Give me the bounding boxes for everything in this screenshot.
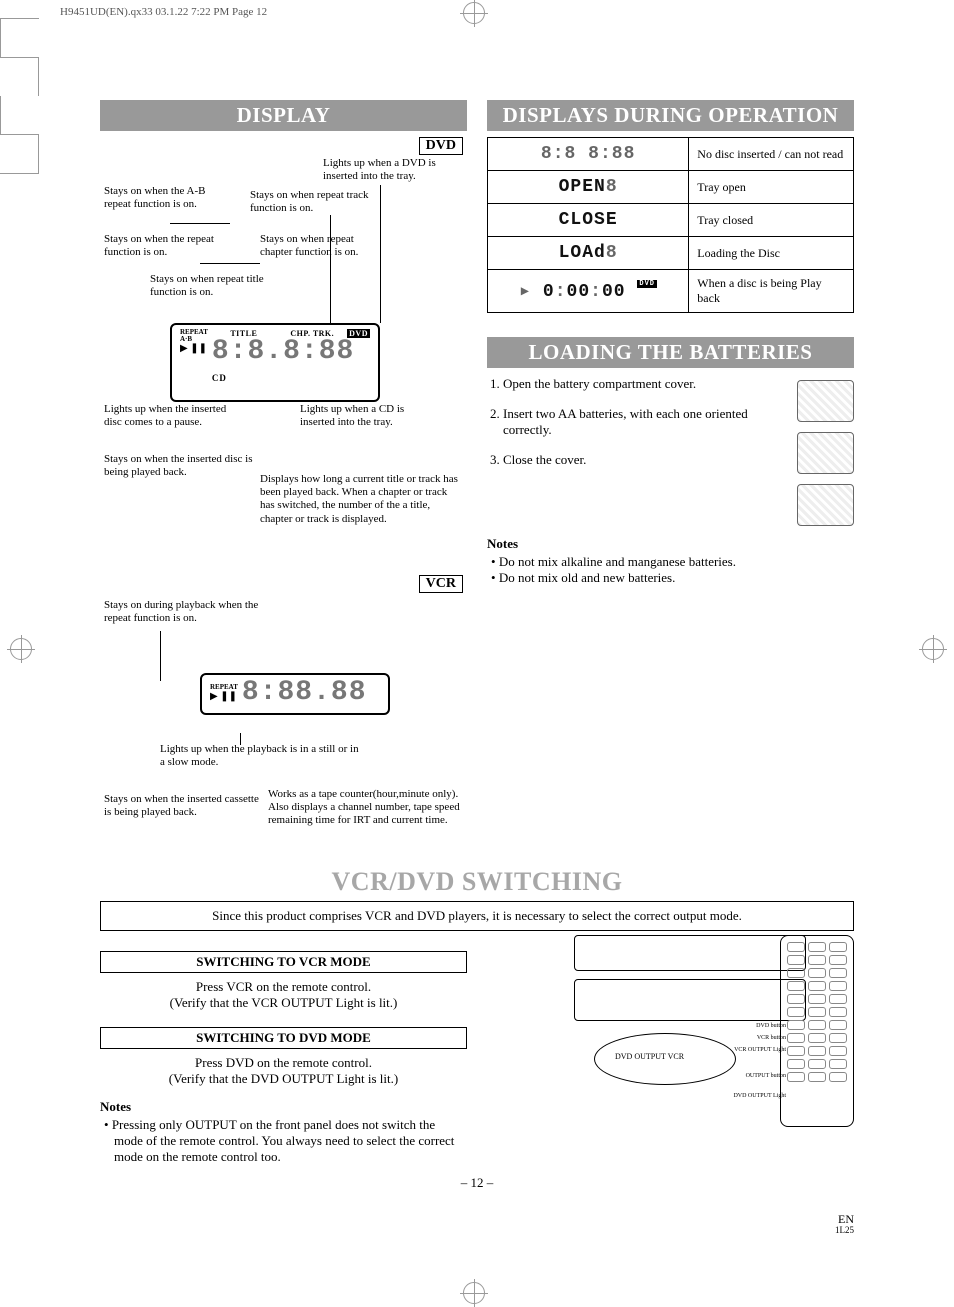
desc-cell: No disc inserted / can not read <box>689 138 854 171</box>
table-row: LOAd8 Loading the Disc <box>488 237 854 270</box>
display-cell: ▸ 0:00:00 DVD <box>488 270 689 313</box>
callout-repeat-title: Stays on when repeat title function is o… <box>150 273 270 299</box>
panel-label-dvdbtn: DVD button <box>756 1023 786 1029</box>
lcd-label-repeat: REPEAT <box>210 684 238 691</box>
registration-mark-icon <box>922 638 944 660</box>
vcr-mode-line1: Press VCR on the remote control. <box>100 979 467 995</box>
crop-mark-icon <box>0 57 39 96</box>
lcd-vcr-display: REPEAT ▶ ❚❚ 8:88.88 <box>200 673 390 715</box>
oval-detail-icon: DVD OUTPUT VCR <box>594 1033 736 1085</box>
callout-counter: Displays how long a current title or tra… <box>260 473 460 526</box>
callout-vcr-counter: Works as a tape counter(hour,minute only… <box>268 788 468 828</box>
battery-illustration-icon <box>797 380 854 422</box>
panel-label-dvdoutvcr: DVD OUTPUT VCR <box>615 1052 684 1061</box>
dvd-mode-line1: Press DVD on the remote control. <box>100 1055 467 1071</box>
section-title-display: DISPLAY <box>100 100 467 131</box>
callout-repeat-chapter: Stays on when repeat chapter function is… <box>260 233 380 259</box>
crop-mark-icon <box>0 18 39 57</box>
switching-intro: Since this product comprises VCR and DVD… <box>100 901 854 931</box>
callout-pause: Lights up when the inserted disc comes t… <box>104 403 244 429</box>
operation-displays-table: 8:8 8:88 No disc inserted / can not read… <box>487 137 854 313</box>
display-cell: CLOSE <box>488 204 689 237</box>
footer-code: 1L25 <box>835 1226 854 1236</box>
dvd-mode-heading: SWITCHING TO DVD MODE <box>100 1027 467 1049</box>
desc-cell: When a disc is being Play back <box>689 270 854 313</box>
callout-repeat: Stays on when the repeat function is on. <box>104 233 244 259</box>
desc-cell: Tray open <box>689 171 854 204</box>
callout-vcr-still: Lights up when the playback is in a stil… <box>160 743 360 769</box>
crop-mark-icon <box>0 135 39 174</box>
table-row: CLOSE Tray closed <box>488 204 854 237</box>
seven-segment-icon: 8:8.8:88 CD <box>212 338 370 394</box>
callout-vcr-playing: Stays on when the inserted cassette is b… <box>104 793 264 819</box>
panel-label-outbtn: OUTPUT button <box>746 1073 786 1079</box>
registration-mark-icon <box>10 638 32 660</box>
callout-dvd-insert: Lights up when a DVD is inserted into th… <box>323 157 463 183</box>
dvd-tag: DVD <box>419 137 463 155</box>
vcr-tag: VCR <box>419 575 463 593</box>
switching-notes: Pressing only OUTPUT on the front panel … <box>104 1117 467 1165</box>
registration-mark-icon <box>463 1282 485 1304</box>
panel-label-vcrbtn: VCR button <box>757 1035 786 1041</box>
lcd-label-ab: A·B <box>180 336 208 343</box>
callout-vcr-repeat: Stays on during playback when the repeat… <box>104 599 264 625</box>
panel-label-vcrlight: VCR OUTPUT Light <box>734 1047 786 1053</box>
display-cell: OPEN8 <box>488 171 689 204</box>
callout-repeat-track: Stays on when repeat track function is o… <box>250 189 390 215</box>
display-cell: 8:8 8:88 <box>488 138 689 171</box>
remote-control-icon <box>780 935 854 1127</box>
panel-label-dvdlight: DVD OUTPUT Light <box>733 1093 786 1099</box>
dvd-unit-icon <box>574 979 806 1021</box>
list-item: Pressing only OUTPUT on the front panel … <box>104 1117 467 1165</box>
seven-segment-icon: 8:88.88 <box>242 679 367 707</box>
list-item: Do not mix old and new batteries. <box>491 570 854 586</box>
vcr-unit-icon <box>574 935 806 971</box>
lcd-label-cd: CD <box>212 373 227 383</box>
table-row: 8:8 8:88 No disc inserted / can not read <box>488 138 854 171</box>
desc-cell: Loading the Disc <box>689 237 854 270</box>
dvd-mode-line2: (Verify that the DVD OUTPUT Light is lit… <box>100 1071 467 1087</box>
battery-illustration-icon <box>797 484 854 526</box>
registration-mark-icon <box>463 2 485 24</box>
desc-cell: Tray closed <box>689 204 854 237</box>
crop-mark-icon <box>0 96 39 135</box>
vcr-mode-heading: SWITCHING TO VCR MODE <box>100 951 467 973</box>
lcd-dvd-display: REPEAT A·B ▶ ❚❚ TITLE CHP. TRK. DVD <box>170 323 380 402</box>
callout-cd: Lights up when a CD is inserted into the… <box>300 403 430 429</box>
device-illustration: DVD OUTPUT VCR <box>574 935 854 1135</box>
table-row: OPEN8 Tray open <box>488 171 854 204</box>
battery-illustration-icon <box>797 432 854 474</box>
callout-playing: Stays on when the inserted disc is being… <box>104 453 274 479</box>
battery-notes: Do not mix alkaline and manganese batter… <box>491 554 854 586</box>
callout-ab-repeat: Stays on when the A-B repeat function is… <box>104 185 234 211</box>
section-title-displays-operation: DISPLAYS DURING OPERATION <box>487 100 854 131</box>
page-number: – 12 – <box>100 1175 854 1191</box>
display-cell: LOAd8 <box>488 237 689 270</box>
list-item: Do not mix alkaline and manganese batter… <box>491 554 854 570</box>
notes-heading: Notes <box>100 1099 467 1115</box>
notes-heading: Notes <box>487 536 854 552</box>
table-row: ▸ 0:00:00 DVD When a disc is being Play … <box>488 270 854 313</box>
vcr-mode-line2: (Verify that the VCR OUTPUT Light is lit… <box>100 995 467 1011</box>
section-title-switching: VCR/DVD SWITCHING <box>100 867 854 897</box>
section-title-batteries: LOADING THE BATTERIES <box>487 337 854 368</box>
